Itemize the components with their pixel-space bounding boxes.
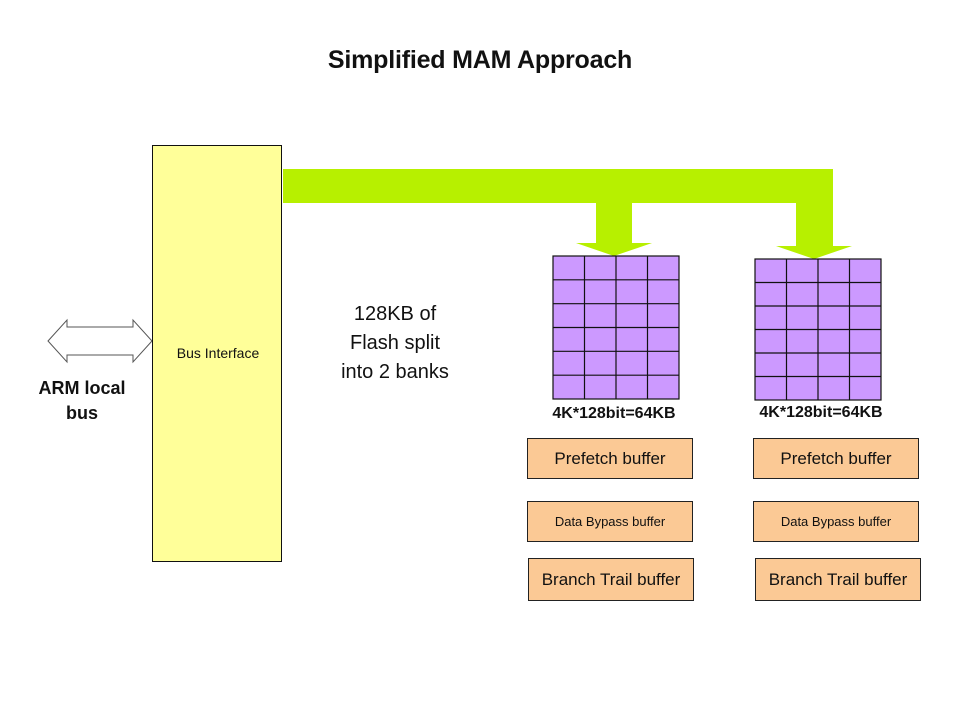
bus-interface-label: Bus Interface xyxy=(176,345,260,361)
flash-note-line1: 128KB of xyxy=(353,303,437,325)
bank-2-data-bypass-buffer: Data Bypass buffer xyxy=(753,501,919,542)
bank-1-arrow-stem xyxy=(596,203,632,244)
bank-1-arrow-head xyxy=(576,243,652,256)
flash-split-note: 128KB of Flash split into 2 banks xyxy=(310,300,480,387)
bank-1-data-bypass-buffer: Data Bypass buffer xyxy=(527,501,693,542)
flash-bank-1-grid xyxy=(552,255,680,400)
double-headed-arrow-icon xyxy=(47,318,153,364)
bank-1-prefetch-buffer: Prefetch buffer xyxy=(527,438,693,479)
diagram-canvas xyxy=(47,169,882,401)
flash-bank-2-size-label: 4K*128bit=64KB xyxy=(759,404,883,421)
bank-2-arrow-stem xyxy=(796,203,833,247)
bank-2-branch-trail-buffer: Branch Trail buffer xyxy=(755,558,921,601)
arm-local-bus-label: ARM local bus xyxy=(22,376,142,426)
arm-label-line1: ARM local xyxy=(38,378,126,398)
arm-label-line2: bus xyxy=(65,403,98,423)
bank-1-branch-trail-buffer: Branch Trail buffer xyxy=(528,558,694,601)
flash-bank-1-size-label: 4K*128bit=64KB xyxy=(552,405,676,422)
flash-note-line2: Flash split xyxy=(349,332,441,354)
flash-note-line3: into 2 banks xyxy=(341,361,449,383)
bank-2-prefetch-buffer: Prefetch buffer xyxy=(753,438,919,479)
bus-connector-bar xyxy=(283,169,833,203)
bus-connector xyxy=(283,169,852,259)
bank-2-arrow-head xyxy=(776,246,852,259)
flash-bank-2-grid xyxy=(754,258,882,401)
